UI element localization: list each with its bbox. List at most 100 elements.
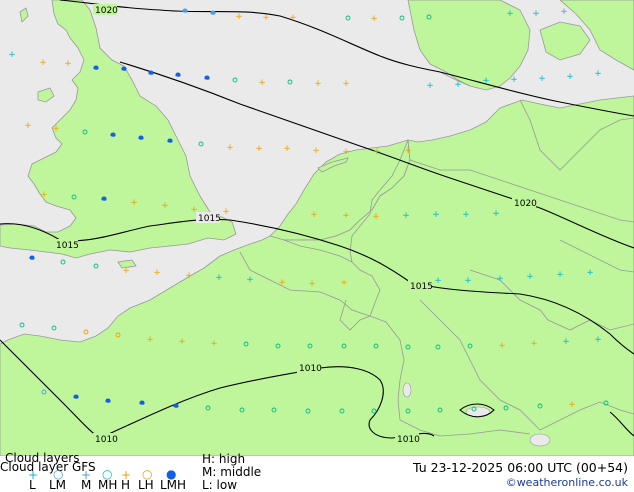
filled-blob-icon (175, 72, 181, 77)
filled-blob-icon (93, 65, 99, 70)
filled-blob-icon (210, 10, 216, 15)
plus-icon: + (161, 201, 169, 211)
plus-icon: + (64, 59, 72, 69)
filled-blob-icon (182, 8, 188, 13)
plus-icon: + (310, 210, 318, 220)
plus-icon: + (308, 279, 316, 289)
plus-icon: + (434, 276, 442, 286)
isobar-label: 1015 (410, 282, 433, 292)
filled-blob-icon (138, 135, 144, 140)
plus-icon: + (289, 13, 297, 23)
plus-icon: + (492, 209, 500, 219)
plus-icon: + (482, 76, 490, 86)
plus-icon: + (432, 210, 440, 220)
plus-icon: + (255, 144, 263, 154)
legend-code-mh: MH (98, 478, 118, 492)
plus-icon: + (262, 13, 270, 23)
plus-icon: + (594, 335, 602, 345)
weather-map: 1020 1020 1015 1015 1015 1010 1010 1010 … (0, 0, 634, 456)
plus-icon: + (496, 274, 504, 284)
plus-icon: + (146, 335, 154, 345)
legend-code-lmh: LMH (160, 478, 187, 492)
filled-blob-icon (121, 66, 127, 71)
plus-icon: + (402, 211, 410, 221)
plus-icon: + (342, 79, 350, 89)
plus-icon: + (404, 146, 412, 156)
plus-icon: + (594, 69, 602, 79)
plus-icon: + (226, 143, 234, 153)
legend-code-h: H (121, 478, 131, 492)
plus-icon: + (153, 268, 161, 278)
forecast-datetime: Tu 23-12-2025 06:00 UTC (00+54) (412, 460, 628, 475)
plus-icon: + (278, 278, 286, 288)
plus-icon: + (566, 72, 574, 82)
plus-icon: + (130, 198, 138, 208)
plus-icon: + (40, 190, 48, 200)
plus-icon: + (562, 337, 570, 347)
plus-icon: + (312, 146, 320, 156)
filled-blob-icon (139, 400, 145, 405)
plus-icon: + (454, 80, 462, 90)
plus-icon: + (462, 210, 470, 220)
filled-blob-icon (29, 255, 35, 260)
isobar-label: 1010 (299, 364, 322, 374)
isobar-label: 1010 (397, 435, 420, 445)
legend-code-lh: LH (138, 478, 154, 492)
isobar-label: 1015 (56, 241, 79, 251)
legend-code-m: M (81, 478, 92, 492)
isobar-label: 1010 (95, 435, 118, 445)
filled-blob-icon (167, 138, 173, 143)
plus-icon: + (498, 341, 506, 351)
plus-icon: + (568, 400, 576, 410)
isobar-label: 1020 (514, 199, 537, 209)
plus-icon: + (215, 273, 223, 283)
filled-blob-icon (105, 398, 111, 403)
plus-icon: + (283, 144, 291, 154)
plus-icon: + (586, 268, 594, 278)
plus-icon: + (526, 272, 534, 282)
plus-icon: + (560, 7, 568, 17)
plus-icon: + (373, 147, 381, 157)
legend-code-l: L (29, 478, 36, 492)
filled-blob-icon (173, 403, 179, 408)
filled-blob-icon (110, 132, 116, 137)
isobar-label: 1015 (198, 214, 221, 224)
credit-link[interactable]: ©weatheronline.co.uk (506, 476, 628, 489)
plus-icon: + (39, 58, 47, 68)
plus-icon: + (530, 339, 538, 349)
plus-icon: + (426, 81, 434, 91)
plus-icon: + (8, 50, 16, 60)
plus-icon: + (342, 211, 350, 221)
plus-icon: + (538, 74, 546, 84)
plus-icon: + (222, 207, 230, 217)
plus-icon: + (532, 9, 540, 19)
lake-3 (529, 433, 551, 447)
plus-icon: + (190, 205, 198, 215)
plus-icon: + (210, 339, 218, 349)
plus-icon: + (314, 79, 322, 89)
plus-icon: + (370, 14, 378, 24)
plus-icon: + (510, 75, 518, 85)
plus-icon: + (185, 271, 193, 281)
plus-icon: + (178, 337, 186, 347)
plus-icon: + (342, 147, 350, 157)
plus-icon: + (24, 121, 32, 131)
plus-icon: + (464, 276, 472, 286)
lake-1 (402, 382, 412, 398)
filled-blob-icon (73, 394, 79, 399)
plus-icon: + (122, 266, 130, 276)
filled-blob-icon (204, 75, 210, 80)
legend: Cloud layers Cloud layer GFS + ○ + ○ + ○… (0, 452, 634, 492)
plus-icon: + (235, 12, 243, 22)
plus-icon: + (246, 275, 254, 285)
filled-blob-icon (148, 70, 154, 75)
plus-icon: + (340, 278, 348, 288)
legend-code-lm: LM (49, 478, 67, 492)
plus-icon: + (52, 124, 60, 134)
plus-icon: + (506, 9, 514, 19)
legend-key-low: L: low (202, 478, 238, 492)
filled-blob-icon (101, 196, 107, 201)
plus-icon: + (556, 270, 564, 280)
plus-icon: + (258, 78, 266, 88)
plus-icon: + (372, 212, 380, 222)
